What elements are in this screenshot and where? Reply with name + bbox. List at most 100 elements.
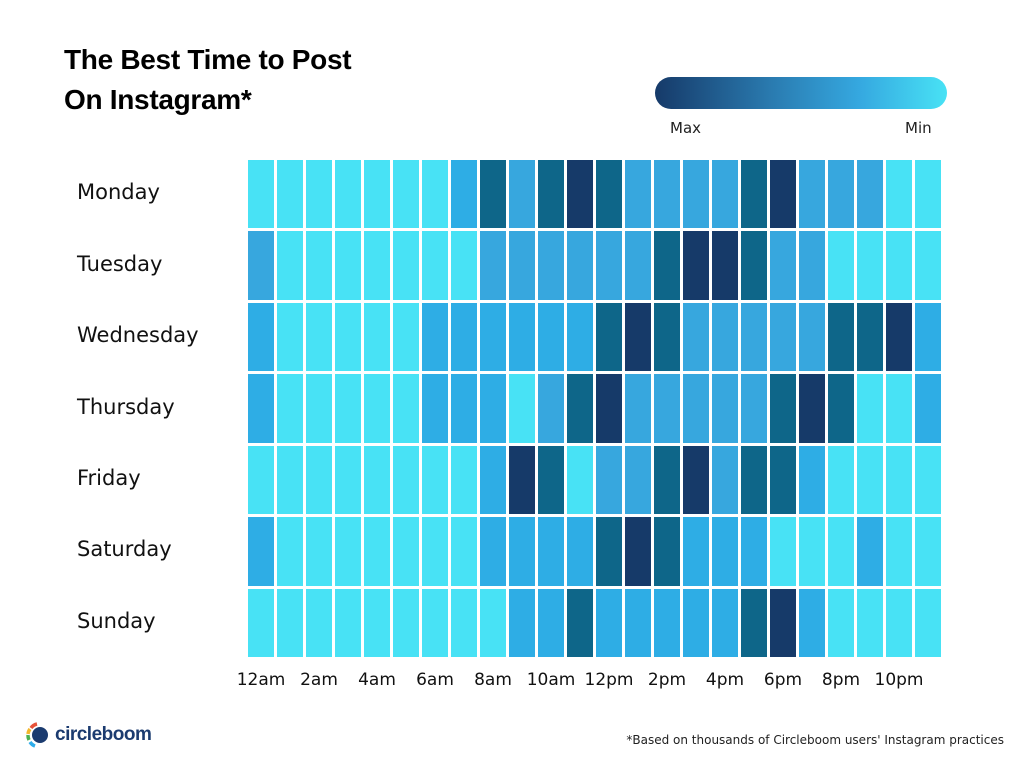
row-label-thursday: Thursday <box>77 394 175 419</box>
heatmap-cell <box>277 517 303 586</box>
heatmap-cell <box>712 231 738 300</box>
heatmap-cell <box>654 445 680 515</box>
heatmap-cell <box>886 445 912 515</box>
heatmap-cell <box>654 160 680 229</box>
heatmap-cell <box>886 517 912 586</box>
heatmap-cell <box>625 160 651 229</box>
heatmap-cell <box>422 231 448 300</box>
x-tick-label: 10pm <box>874 670 924 690</box>
heatmap-cell <box>509 374 535 443</box>
heatmap-cell <box>770 302 796 372</box>
heatmap-cell <box>393 160 419 229</box>
heatmap-cell <box>683 445 709 515</box>
heatmap-cell <box>654 231 680 300</box>
heatmap-cell <box>248 302 274 372</box>
heatmap-cell <box>770 231 796 300</box>
heatmap-cell <box>741 302 767 372</box>
heatmap-cell <box>799 588 825 657</box>
x-tick-label: 6pm <box>763 670 803 690</box>
circleboom-logo: circleboom <box>26 722 152 748</box>
heatmap-cell <box>364 588 390 657</box>
heatmap-cell <box>886 231 912 300</box>
heatmap-cell <box>451 374 477 443</box>
heatmap-cell <box>538 588 564 657</box>
heatmap-cell <box>625 588 651 657</box>
row-label-friday: Friday <box>77 465 141 490</box>
heatmap-cell <box>857 160 883 229</box>
heatmap-cell <box>741 445 767 515</box>
heatmap-cell <box>509 302 535 372</box>
heatmap-cell <box>741 517 767 586</box>
heatmap-cell <box>596 374 622 443</box>
heatmap-cell <box>422 160 448 229</box>
heatmap-cell <box>712 517 738 586</box>
heatmap-cell <box>596 445 622 515</box>
heatmap-cell <box>248 374 274 443</box>
heatmap-cell <box>364 517 390 586</box>
heatmap-cell <box>770 374 796 443</box>
heatmap-cell <box>451 517 477 586</box>
heatmap-cell <box>335 517 361 586</box>
heatmap-cell <box>915 517 941 586</box>
heatmap-cell <box>857 445 883 515</box>
heatmap-cell <box>451 302 477 372</box>
heatmap-cell <box>741 231 767 300</box>
heatmap-cell <box>509 445 535 515</box>
x-tick-label: 10am <box>526 670 576 690</box>
heatmap-cell <box>248 231 274 300</box>
heatmap-cell <box>277 160 303 229</box>
heatmap-cell <box>654 374 680 443</box>
heatmap-cell <box>770 517 796 586</box>
heatmap-cell <box>422 374 448 443</box>
row-label-tuesday: Tuesday <box>77 251 163 276</box>
heatmap-cell <box>393 445 419 515</box>
heatmap-cell <box>480 160 506 229</box>
heatmap-cell <box>306 231 332 300</box>
x-tick-label: 6am <box>416 670 454 690</box>
heatmap-cell <box>828 302 854 372</box>
heatmap-cell <box>828 588 854 657</box>
heatmap-cell <box>857 517 883 586</box>
heatmap-cell <box>770 588 796 657</box>
heatmap-cell <box>712 374 738 443</box>
heatmap-cell <box>538 231 564 300</box>
heatmap-cell <box>451 231 477 300</box>
heatmap-cell <box>393 588 419 657</box>
heatmap-cell <box>335 374 361 443</box>
heatmap-cell <box>828 517 854 586</box>
heatmap-cell <box>480 231 506 300</box>
heatmap-cell <box>596 517 622 586</box>
heatmap-cell <box>683 160 709 229</box>
heatmap-cell <box>915 445 941 515</box>
heatmap-cell <box>306 588 332 657</box>
heatmap-cell <box>480 302 506 372</box>
heatmap-cell <box>306 445 332 515</box>
x-tick-label: 8am <box>474 670 512 690</box>
heatmap-cell <box>741 588 767 657</box>
heatmap-cell <box>741 160 767 229</box>
heatmap-cell <box>799 517 825 586</box>
heatmap-cell <box>335 445 361 515</box>
heatmap-cell <box>306 160 332 229</box>
heatmap-cell <box>625 231 651 300</box>
heatmap-cell <box>596 160 622 229</box>
row-label-sunday: Sunday <box>77 608 156 633</box>
heatmap-cell <box>886 302 912 372</box>
heatmap-cell <box>538 302 564 372</box>
heatmap-cell <box>567 302 593 372</box>
heatmap-cell <box>915 160 941 229</box>
chart-title: The Best Time to Post On Instagram* <box>64 40 352 120</box>
x-tick-label: 12pm <box>584 670 634 690</box>
heatmap-cell <box>422 302 448 372</box>
x-tick-label: 12am <box>236 670 286 690</box>
heatmap-cell <box>277 302 303 372</box>
heatmap-cell <box>480 517 506 586</box>
x-tick-label: 8pm <box>821 670 861 690</box>
heatmap-cell <box>683 517 709 586</box>
heatmap-cell <box>625 302 651 372</box>
heatmap-cell <box>451 160 477 229</box>
heatmap-cell <box>799 160 825 229</box>
row-label-monday: Monday <box>77 180 160 205</box>
heatmap-cell <box>683 588 709 657</box>
heatmap-cell <box>277 374 303 443</box>
